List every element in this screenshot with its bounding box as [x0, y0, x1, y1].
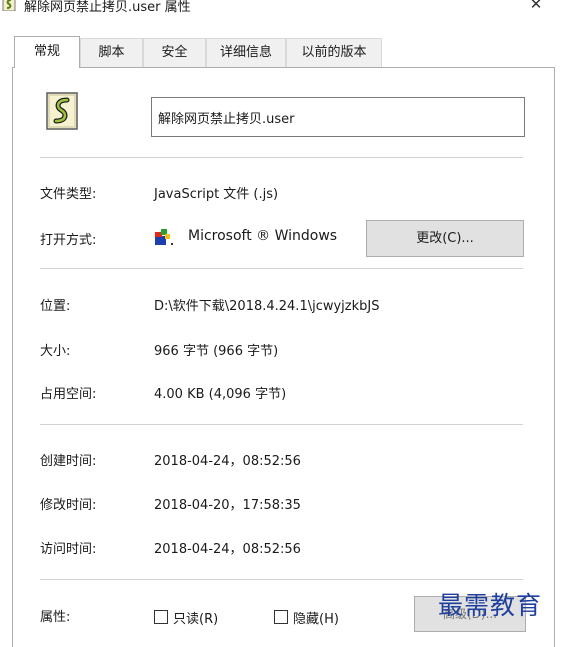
hidden-label[interactable]: 隐藏(H)	[293, 608, 339, 627]
window-title: 解除网页禁止拷贝.user 属性	[24, 0, 191, 15]
open-with-app-name: Microsoft ® Windows	[188, 228, 338, 244]
tab-script[interactable]: 脚本	[80, 38, 143, 67]
tab-previous-versions[interactable]: 以前的版本	[286, 38, 382, 67]
close-button[interactable]: ✕	[518, 0, 554, 16]
title-bar: 解除网页禁止拷贝.user 属性 ✕	[0, 0, 561, 22]
accessed-value: 2018-04-24，08:52:56	[154, 542, 301, 557]
tab-bar: 常规 脚本 安全 详细信息 以前的版本	[14, 36, 554, 68]
file-name-input[interactable]	[151, 97, 525, 137]
created-label: 创建时间:	[40, 454, 97, 469]
tab-details[interactable]: 详细信息	[206, 38, 286, 67]
tab-general[interactable]: 常规	[14, 36, 80, 68]
general-panel	[12, 67, 555, 647]
file-type-value: JavaScript 文件 (.js)	[154, 187, 279, 202]
readonly-label[interactable]: 只读(R)	[173, 608, 218, 627]
size-label: 大小:	[40, 344, 71, 359]
location-value: D:\软件下载\2018.4.24.1\jcwyjzkbJS	[154, 299, 380, 314]
location-label: 位置:	[40, 299, 71, 314]
file-type-label: 文件类型:	[40, 187, 97, 202]
tab-security[interactable]: 安全	[143, 38, 206, 67]
script-file-icon	[46, 92, 78, 130]
separator	[40, 268, 523, 269]
windows-script-host-icon	[155, 229, 173, 245]
size-on-disk-value: 4.00 KB (4,096 字节)	[154, 387, 287, 402]
modified-label: 修改时间:	[40, 498, 97, 513]
modified-value: 2018-04-20，17:58:35	[154, 498, 301, 513]
change-button[interactable]: 更改(C)...	[366, 220, 524, 257]
size-value: 966 字节 (966 字节)	[154, 344, 279, 359]
attributes-label: 属性:	[40, 610, 71, 625]
open-with-label: 打开方式:	[40, 233, 97, 248]
script-file-icon	[2, 0, 16, 11]
watermark-logo: 最需教育	[438, 591, 543, 620]
accessed-label: 访问时间:	[40, 542, 97, 557]
size-on-disk-label: 占用空间:	[40, 387, 97, 402]
created-value: 2018-04-24，08:52:56	[154, 454, 301, 469]
hidden-checkbox[interactable]	[274, 610, 288, 624]
separator	[40, 157, 523, 158]
separator	[40, 579, 523, 580]
separator	[40, 424, 523, 425]
readonly-checkbox[interactable]	[154, 610, 168, 624]
